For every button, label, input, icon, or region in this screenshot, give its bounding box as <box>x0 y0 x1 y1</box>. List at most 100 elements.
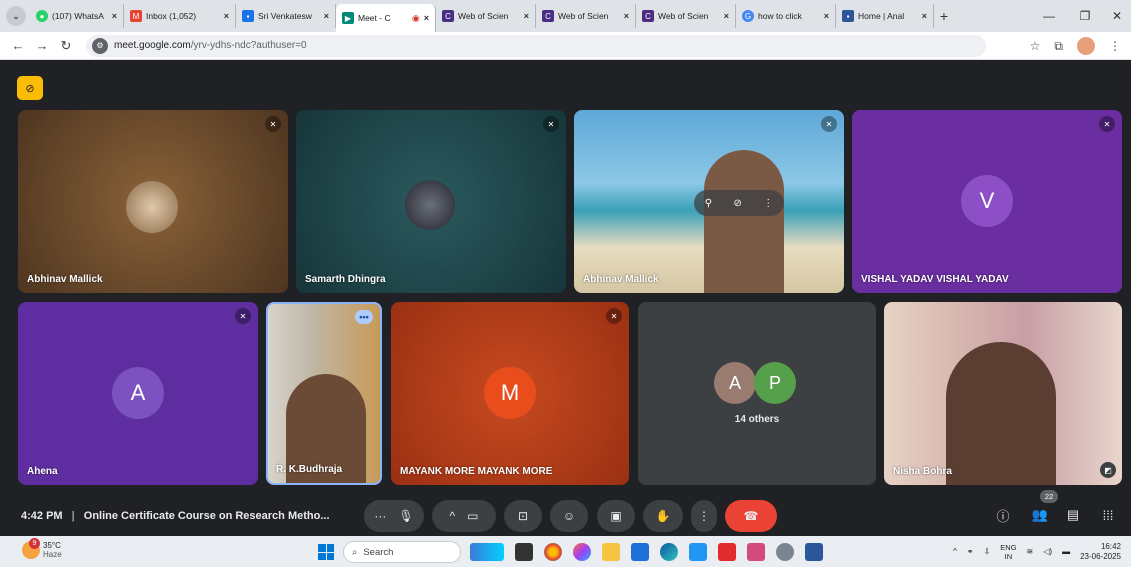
restore-icon[interactable]: ❐ <box>1067 0 1103 32</box>
meeting-info-text: 4:42 PM | Online Certificate Course on R… <box>21 510 330 522</box>
pin-icon[interactable]: ⚲ <box>705 198 712 209</box>
close-tab-icon[interactable]: × <box>224 11 229 21</box>
participant-tile[interactable]: ✕ Samarth Dhingra <box>296 110 566 293</box>
usb-icon[interactable]: ⇩ <box>984 547 991 556</box>
captions-button[interactable]: ▣ <box>597 500 635 532</box>
mic-icon[interactable]: 🎙 <box>398 509 413 523</box>
chat-icon[interactable]: ▤ <box>1062 504 1084 526</box>
tab-sri-venkateswara[interactable]: ▪ Sri Venkatesw × <box>236 4 336 28</box>
more-options-icon[interactable]: ⋮ <box>763 198 773 209</box>
more-options-icon[interactable]: ••• <box>355 310 373 324</box>
bookmark-star-icon[interactable]: ☆ <box>1030 39 1041 53</box>
language-indicator[interactable]: ENG IN <box>1000 543 1016 561</box>
clock[interactable]: 16:42 23-06-2025 <box>1080 542 1121 562</box>
reactions-button[interactable]: ☺ <box>550 500 588 532</box>
meet-icon: ▶ <box>342 12 354 24</box>
close-tab-icon[interactable]: × <box>112 11 117 21</box>
tab-meet[interactable]: ▶ Meet - C ◉ × <box>336 4 436 32</box>
tab-web-of-science-2[interactable]: C Web of Scien × <box>536 4 636 28</box>
participant-tile[interactable]: A ✕ Ahena <box>18 302 258 485</box>
tab-home-analytics[interactable]: ▪ Home | Anal × <box>836 4 934 28</box>
meeting-details-icon[interactable]: ⓘ <box>992 504 1014 526</box>
task-view-icon[interactable] <box>515 543 533 561</box>
participant-video-tile[interactable]: ◩ Nisha Bohra <box>884 302 1122 485</box>
minimize-icon[interactable]: — <box>1031 0 1067 32</box>
widget-app-icon[interactable] <box>470 543 504 561</box>
participant-tile[interactable]: M ✕ MAYANK MORE MAYANK MORE <box>391 302 629 485</box>
emoji-icon: ☺ <box>562 509 576 523</box>
store-icon[interactable] <box>631 543 649 561</box>
participant-video-tile[interactable]: ⚲ ⊘ ⋮ ✕ Abhinav Mallick <box>574 110 844 293</box>
leave-call-button[interactable]: ☎ <box>725 500 777 532</box>
mute-participant-icon[interactable]: ⊘ <box>733 198 741 209</box>
close-tab-icon[interactable]: × <box>524 11 529 21</box>
present-screen-button[interactable]: ⊡ <box>504 500 542 532</box>
site-info-icon[interactable]: ⚙ <box>92 37 108 54</box>
copilot-icon[interactable] <box>573 543 591 561</box>
back-icon[interactable]: ← <box>6 38 30 53</box>
tab-web-of-science-3[interactable]: C Web of Scien × <box>636 4 736 28</box>
close-tab-icon[interactable]: × <box>324 11 329 21</box>
participant-avatar: V <box>961 175 1013 227</box>
menu-dots-icon[interactable]: ⋮ <box>1109 39 1121 53</box>
close-tab-icon[interactable]: × <box>624 11 629 21</box>
people-count-badge: 22 <box>1040 490 1058 503</box>
close-window-icon[interactable]: ✕ <box>1099 0 1131 32</box>
end-call-icon: ☎ <box>743 509 759 523</box>
camera-icon[interactable]: ▭ <box>467 509 478 523</box>
extensions-icon[interactable]: ⧉ <box>1054 39 1063 54</box>
windows-start-icon[interactable] <box>318 544 334 560</box>
tab-search-icon[interactable]: ⌄ <box>6 6 26 26</box>
forward-icon[interactable]: → <box>30 38 54 53</box>
chrome-icon[interactable] <box>544 543 562 561</box>
tab-gmail[interactable]: M Inbox (1,052) × <box>124 4 236 28</box>
close-tab-icon[interactable]: × <box>424 13 429 23</box>
audio-controls[interactable]: ··· 🎙 <box>364 500 424 532</box>
tile-hover-controls[interactable]: ⚲ ⊘ ⋮ <box>694 190 784 216</box>
meet-stage: ⊘ ✕ Abhinav Mallick ✕ Samarth Dhingra ⚲ … <box>0 60 1131 535</box>
more-audio-icon[interactable]: ··· <box>374 509 386 523</box>
close-tab-icon[interactable]: × <box>922 11 927 21</box>
participant-avatar: A <box>112 367 164 419</box>
settings-icon[interactable] <box>776 543 794 561</box>
others-tile[interactable]: A P 14 others <box>638 302 876 485</box>
file-explorer-icon[interactable] <box>602 543 620 561</box>
app-icon[interactable] <box>747 543 765 561</box>
acrobat-icon[interactable] <box>718 543 736 561</box>
tab-whatsapp[interactable]: ● (107) WhatsA × <box>30 4 124 28</box>
participant-tile[interactable]: ✕ Abhinav Mallick <box>18 110 288 293</box>
weather-widget[interactable]: 9 35°C Haze <box>22 538 62 559</box>
reload-icon[interactable]: ↻ <box>54 38 78 54</box>
video-controls[interactable]: ^ ▭ <box>432 500 496 532</box>
raise-hand-button[interactable]: ✋ <box>643 500 683 532</box>
tab-web-of-science-1[interactable]: C Web of Scien × <box>436 4 536 28</box>
chevron-up-icon[interactable]: ^ <box>953 547 957 556</box>
word-icon[interactable] <box>805 543 823 561</box>
volume-icon[interactable]: ◁) <box>1043 547 1052 556</box>
system-tray: ^ ⚭ ⇩ ENG IN ≋ ◁) ▬ 16:42 23-06-2025 <box>953 536 1121 567</box>
new-tab-button[interactable]: + <box>934 8 954 24</box>
tab-google-search[interactable]: G how to click × <box>736 4 836 28</box>
wifi-icon[interactable]: ≋ <box>1027 547 1034 556</box>
participant-tile[interactable]: V ✕ VISHAL YADAV VISHAL YADAV <box>852 110 1122 293</box>
chevron-up-icon[interactable]: ^ <box>450 509 456 523</box>
app-icon[interactable] <box>689 543 707 561</box>
network-app-icon[interactable]: ⚭ <box>967 547 974 556</box>
gmail-icon: M <box>130 10 142 22</box>
close-tab-icon[interactable]: × <box>724 11 729 21</box>
more-options-button[interactable]: ⋮ <box>691 500 717 532</box>
taskbar-search[interactable]: ⌕ Search <box>343 541 461 563</box>
others-avatar: A <box>714 362 756 404</box>
participant-video-tile[interactable]: ••• R. K.Budhraja <box>266 302 382 485</box>
pip-icon[interactable]: ◩ <box>1100 462 1116 478</box>
clarivate-icon: C <box>542 10 554 22</box>
activities-icon[interactable]: ⁞⁞⁞ <box>1097 504 1119 526</box>
camera-off-icon[interactable]: ⊘ <box>17 76 43 100</box>
profile-avatar[interactable] <box>1077 37 1095 55</box>
battery-icon[interactable]: ▬ <box>1062 547 1070 556</box>
url-field[interactable]: ⚙ meet.google.com/yrv-ydhs-ndc?authuser=… <box>86 34 986 57</box>
clarivate-icon: C <box>442 10 454 22</box>
close-tab-icon[interactable]: × <box>824 11 829 21</box>
people-icon[interactable]: 👥 <box>1029 504 1051 526</box>
edge-icon[interactable] <box>660 543 678 561</box>
